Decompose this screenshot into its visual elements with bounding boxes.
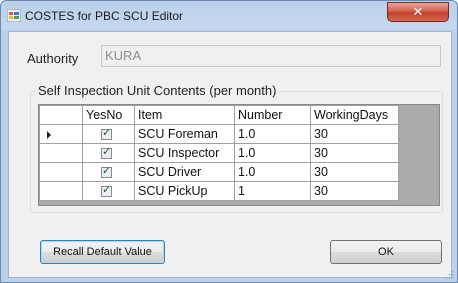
column-header-workingdays[interactable]: WorkingDays xyxy=(310,105,399,125)
yesno-checkbox[interactable]: ✓ xyxy=(101,184,112,198)
current-row-arrow-icon xyxy=(47,130,51,139)
workingdays-cell[interactable]: 30 xyxy=(310,124,399,144)
number-cell[interactable]: 1 xyxy=(234,181,311,201)
column-header-item[interactable]: Item xyxy=(134,105,235,125)
workingdays-cell[interactable]: 30 xyxy=(310,181,399,201)
table-row[interactable]: ✓ SCU Inspector 1.0 30 xyxy=(39,143,399,163)
workingdays-cell[interactable]: 30 xyxy=(310,143,399,163)
yesno-checkbox[interactable]: ✓ xyxy=(101,127,112,141)
row-header[interactable] xyxy=(39,181,83,201)
authority-field: KURA xyxy=(101,45,441,67)
title-bar[interactable]: COSTES for PBC SCU Editor ✕ xyxy=(1,1,457,31)
table-row[interactable]: ✓ SCU Foreman 1.0 30 xyxy=(39,124,399,144)
number-cell[interactable]: 1.0 xyxy=(234,143,311,163)
row-header-corner[interactable] xyxy=(39,105,83,125)
checkmark-icon: ✓ xyxy=(102,127,112,140)
column-header-number[interactable]: Number xyxy=(234,105,311,125)
recall-default-value-button[interactable]: Recall Default Value xyxy=(40,240,165,264)
checkmark-icon: ✓ xyxy=(102,146,112,159)
row-header[interactable] xyxy=(39,143,83,163)
item-cell[interactable]: SCU Inspector xyxy=(134,143,235,163)
row-header[interactable] xyxy=(39,162,83,182)
table-row[interactable]: ✓ SCU Driver 1.0 30 xyxy=(39,162,399,182)
checkmark-icon: ✓ xyxy=(102,184,112,197)
close-button[interactable]: ✕ xyxy=(387,2,449,22)
yesno-checkbox[interactable]: ✓ xyxy=(101,165,112,179)
item-cell[interactable]: SCU Driver xyxy=(134,162,235,182)
checkmark-icon: ✓ xyxy=(102,165,112,178)
number-cell[interactable]: 1.0 xyxy=(234,162,311,182)
row-header[interactable] xyxy=(39,124,83,144)
workingdays-cell[interactable]: 30 xyxy=(310,162,399,182)
yesno-checkbox[interactable]: ✓ xyxy=(101,146,112,160)
window-title: COSTES for PBC SCU Editor xyxy=(25,9,184,23)
number-cell[interactable]: 1.0 xyxy=(234,124,311,144)
column-header-yesno[interactable]: YesNo xyxy=(82,105,135,125)
yesno-cell[interactable]: ✓ xyxy=(82,181,135,201)
groupbox-title: Self Inspection Unit Contents (per month… xyxy=(36,83,279,98)
resize-grip-icon[interactable] xyxy=(446,271,454,279)
app-icon xyxy=(7,9,21,22)
contents-grid[interactable]: YesNo Item Number WorkingDays ✓ SCU Fore… xyxy=(38,104,440,206)
yesno-cell[interactable]: ✓ xyxy=(82,143,135,163)
table-row[interactable]: ✓ SCU PickUp 1 30 xyxy=(39,181,399,201)
close-icon: ✕ xyxy=(412,4,424,19)
item-cell[interactable]: SCU PickUp xyxy=(134,181,235,201)
yesno-cell[interactable]: ✓ xyxy=(82,162,135,182)
contents-table: YesNo Item Number WorkingDays ✓ SCU Fore… xyxy=(39,105,399,201)
yesno-cell[interactable]: ✓ xyxy=(82,124,135,144)
item-cell[interactable]: SCU Foreman xyxy=(134,124,235,144)
header-row: YesNo Item Number WorkingDays xyxy=(39,105,399,125)
ok-button[interactable]: OK xyxy=(330,240,442,264)
authority-label: Authority xyxy=(27,51,79,66)
